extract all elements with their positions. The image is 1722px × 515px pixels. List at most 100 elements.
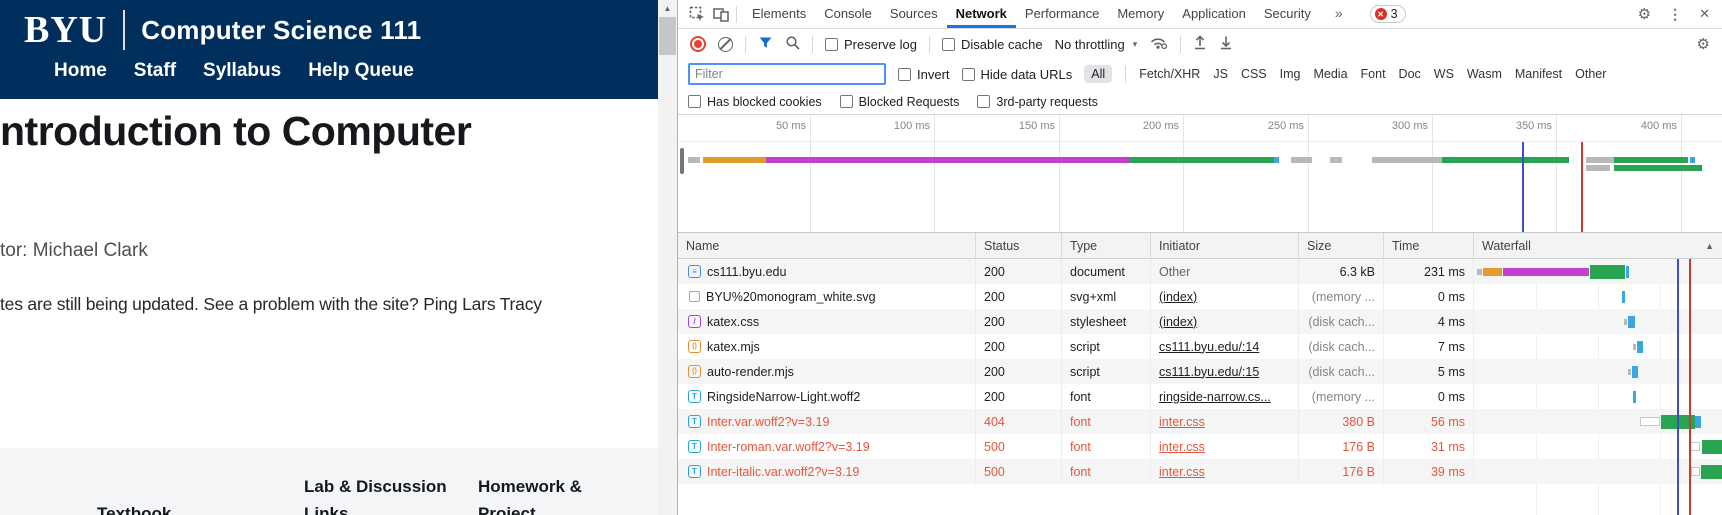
nav-item-syllabus[interactable]: Syllabus	[203, 60, 281, 82]
network-settings-gear-icon[interactable]: ⚙	[1697, 35, 1710, 53]
has-blocked-cookies-checkbox[interactable]: Has blocked cookies	[688, 95, 822, 109]
table-row-inter-italic-var-woff2-v-3-19[interactable]: T Inter-italic.var.woff2?v=3.19 500 font int…	[678, 459, 1722, 484]
column-header-size[interactable]: Size	[1299, 233, 1384, 258]
device-toolbar-icon[interactable]	[712, 5, 730, 23]
filter-type-img[interactable]: Img	[1280, 67, 1301, 81]
inspect-element-icon[interactable]	[688, 5, 706, 23]
initiator-link[interactable]: inter.css	[1159, 440, 1205, 454]
overview-drag-handle[interactable]	[680, 148, 684, 174]
blocked-requests-checkbox[interactable]: Blocked Requests	[839, 95, 959, 109]
checkbox-box[interactable]	[961, 67, 975, 81]
filter-type-doc[interactable]: Doc	[1399, 67, 1421, 81]
initiator-cell[interactable]: Other	[1151, 259, 1299, 284]
initiator-cell[interactable]: cs111.byu.edu/:14	[1151, 334, 1299, 359]
3rd-party-requests-checkbox[interactable]: 3rd-party requests	[977, 95, 1098, 109]
request-name-cell[interactable]: () katex.mjs	[678, 334, 976, 359]
request-name-cell[interactable]: ≡ cs111.byu.edu	[678, 259, 976, 284]
settings-gear-icon[interactable]: ⚙	[1638, 5, 1651, 23]
initiator-link[interactable]: ringside-narrow.cs...	[1159, 390, 1271, 404]
initiator-link[interactable]: cs111.byu.edu/:15	[1159, 365, 1259, 379]
hide-data-urls-checkbox[interactable]: Hide data URLs	[961, 67, 1072, 82]
tab-sources[interactable]: Sources	[881, 1, 947, 28]
filter-type-js[interactable]: JS	[1213, 67, 1228, 81]
column-header-name[interactable]: Name	[678, 233, 976, 258]
filter-type-manifest[interactable]: Manifest	[1515, 67, 1562, 81]
filter-type-other[interactable]: Other	[1575, 67, 1606, 81]
table-row-katex-mjs[interactable]: () katex.mjs 200 script cs111.byu.edu/:14 (di…	[678, 334, 1722, 359]
footer-link-lab-discussion-links[interactable]: Lab & Discussion Links	[304, 473, 447, 515]
tab-security[interactable]: Security	[1255, 1, 1320, 28]
request-name-cell[interactable]: BYU%20monogram_white.svg	[678, 284, 976, 309]
table-row-auto-render-mjs[interactable]: () auto-render.mjs 200 script cs111.byu.edu/…	[678, 359, 1722, 384]
record-network-log-icon[interactable]	[690, 36, 706, 52]
nav-item-home[interactable]: Home	[54, 60, 107, 82]
request-name-cell[interactable]: () auto-render.mjs	[678, 359, 976, 384]
footer-link-textbook[interactable]: Textbook	[97, 500, 171, 515]
initiator-link[interactable]: (index)	[1159, 290, 1197, 304]
network-overview-timeline[interactable]: 50 ms 100 ms 150 ms 200 ms 250 ms 300 ms 350 m…	[678, 115, 1722, 233]
table-row-byu-20monogram-white-svg[interactable]: BYU%20monogram_white.svg 200 svg+xml (index…	[678, 284, 1722, 309]
checkbox-box[interactable]	[839, 95, 853, 108]
tab-performance[interactable]: Performance	[1016, 1, 1108, 28]
network-conditions-icon[interactable]	[1149, 35, 1168, 53]
tab-console[interactable]: Console	[815, 1, 881, 28]
column-header-waterfall[interactable]: Waterfall ▲	[1474, 233, 1722, 258]
more-tabs-chevron-icon[interactable]: »	[1326, 1, 1352, 28]
waterfall-cell[interactable]	[1474, 359, 1722, 384]
tab-memory[interactable]: Memory	[1108, 1, 1173, 28]
filter-type-font[interactable]: Font	[1361, 67, 1386, 81]
checkbox-box[interactable]	[898, 67, 911, 81]
close-icon[interactable]: ✕	[1699, 6, 1710, 22]
table-row-ringsidenarrow-light-woff2[interactable]: T RingsideNarrow-Light.woff2 200 font ringsi…	[678, 384, 1722, 409]
request-name-cell[interactable]: T Inter-roman.var.woff2?v=3.19	[678, 434, 976, 459]
waterfall-cell[interactable]	[1474, 434, 1722, 459]
table-row-inter-var-woff2-v-3-19[interactable]: T Inter.var.woff2?v=3.19 404 font inter.css 3…	[678, 409, 1722, 434]
tab-network[interactable]: Network	[947, 1, 1016, 28]
scrollbar-thumb[interactable]	[659, 17, 676, 55]
tab-application[interactable]: Application	[1173, 1, 1255, 28]
throttling-select[interactable]: No throttling ▾	[1055, 37, 1138, 52]
search-icon[interactable]	[785, 35, 800, 53]
sort-ascending-icon[interactable]: ▲	[1705, 241, 1714, 251]
filter-type-css[interactable]: CSS	[1241, 67, 1267, 81]
invert-checkbox[interactable]: Invert	[898, 67, 950, 82]
waterfall-cell[interactable]	[1474, 284, 1722, 309]
tab-elements[interactable]: Elements	[743, 1, 815, 28]
checkbox-box[interactable]	[825, 37, 838, 51]
preserve-log-checkbox[interactable]: Preserve log	[825, 37, 917, 52]
table-row-cs111-byu-edu[interactable]: ≡ cs111.byu.edu 200 document Other 6.3 kB 231 …	[678, 259, 1722, 284]
initiator-link[interactable]: inter.css	[1159, 415, 1205, 429]
waterfall-cell[interactable]	[1474, 334, 1722, 359]
column-header-time[interactable]: Time	[1384, 233, 1474, 258]
column-header-status[interactable]: Status	[976, 233, 1062, 258]
nav-item-staff[interactable]: Staff	[134, 60, 176, 82]
kebab-menu-icon[interactable]: ⋮	[1668, 6, 1682, 23]
request-name-cell[interactable]: / katex.css	[678, 309, 976, 334]
export-har-icon[interactable]	[1219, 35, 1233, 53]
waterfall-cell[interactable]	[1474, 309, 1722, 334]
initiator-cell[interactable]: inter.css	[1151, 459, 1299, 484]
waterfall-cell[interactable]	[1474, 409, 1722, 434]
clear-network-log-icon[interactable]	[718, 36, 733, 52]
filter-type-wasm[interactable]: Wasm	[1467, 67, 1502, 81]
filter-type-media[interactable]: Media	[1313, 67, 1347, 81]
waterfall-cell[interactable]	[1474, 384, 1722, 409]
request-name-cell[interactable]: T Inter.var.woff2?v=3.19	[678, 409, 976, 434]
request-name-cell[interactable]: T Inter-italic.var.woff2?v=3.19	[678, 459, 976, 484]
footer-link-homework-project[interactable]: Homework & Project	[478, 473, 582, 515]
checkbox-box[interactable]	[688, 95, 701, 108]
initiator-link[interactable]: (index)	[1159, 315, 1197, 329]
checkbox-box[interactable]	[941, 37, 955, 51]
column-header-initiator[interactable]: Initiator	[1151, 233, 1299, 258]
request-name-cell[interactable]: T RingsideNarrow-Light.woff2	[678, 384, 976, 409]
filter-type-fetch-xhr[interactable]: Fetch/XHR	[1139, 67, 1200, 81]
filter-funnel-icon[interactable]	[758, 36, 773, 53]
initiator-cell[interactable]: inter.css	[1151, 434, 1299, 459]
checkbox-box[interactable]	[977, 95, 991, 108]
scroll-up-arrow-icon[interactable]: ▲	[658, 0, 677, 16]
column-header-type[interactable]: Type	[1062, 233, 1151, 258]
byu-logo[interactable]: BYU	[24, 8, 107, 52]
nav-item-help-queue[interactable]: Help Queue	[308, 60, 414, 82]
initiator-cell[interactable]: (index)	[1151, 284, 1299, 309]
waterfall-cell[interactable]	[1474, 259, 1722, 284]
